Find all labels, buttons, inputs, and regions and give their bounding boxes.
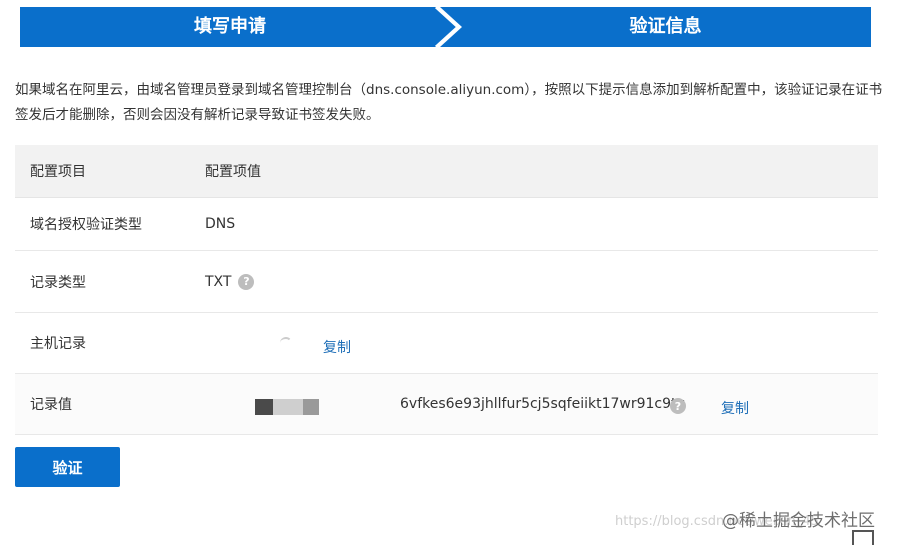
- header-config-item: 配置项目: [30, 164, 86, 180]
- row-value: TXT: [205, 273, 232, 290]
- row-label: 记录值: [30, 397, 72, 413]
- redacted-block: [255, 399, 273, 415]
- steps-bar: 填写申请 验证信息: [20, 7, 871, 47]
- row-value: DNS: [205, 216, 236, 232]
- step-fill-application[interactable]: 填写申请: [20, 7, 440, 47]
- table-row: 主机记录 复制: [15, 313, 878, 374]
- table-header: 配置项目 配置项值: [15, 145, 878, 198]
- table-row: 域名授权验证类型 DNS: [15, 198, 878, 251]
- table-row: 记录值 6vfkes6e93jhllfur5cj5sqfeiikt17wr91c…: [15, 374, 878, 435]
- redacted-block: [303, 399, 319, 415]
- window-corner-icon: [852, 530, 874, 545]
- copy-host-record-button[interactable]: 复制: [323, 337, 351, 357]
- redacted-block: [273, 399, 303, 415]
- step-verify-info[interactable]: 验证信息: [460, 7, 871, 47]
- record-value-text: 6vfkes6e93jhllfur5cj5sqfeiikt17wr91c9tu: [400, 396, 686, 412]
- row-label: 主机记录: [30, 336, 86, 352]
- copy-record-value-button[interactable]: 复制: [721, 398, 749, 418]
- help-icon[interactable]: ?: [238, 273, 255, 290]
- row-value-cell: TXT ?: [205, 251, 255, 312]
- help-icon[interactable]: ?: [670, 398, 686, 414]
- watermark-brand: @稀土掘金技术社区: [722, 511, 875, 531]
- instruction-text: 如果域名在阿里云，由域名管理员登录到域名管理控制台（dns.console.al…: [15, 82, 883, 123]
- verify-button[interactable]: 验证: [15, 447, 120, 487]
- loading-spinner-icon: [280, 337, 292, 349]
- row-label: 域名授权验证类型: [30, 217, 142, 233]
- header-config-value: 配置项值: [205, 164, 261, 180]
- config-table: 配置项目 配置项值 域名授权验证类型 DNS 记录类型 TXT ? 主机记录 复…: [15, 145, 878, 435]
- table-row: 记录类型 TXT ?: [15, 251, 878, 313]
- row-label: 记录类型: [30, 274, 86, 291]
